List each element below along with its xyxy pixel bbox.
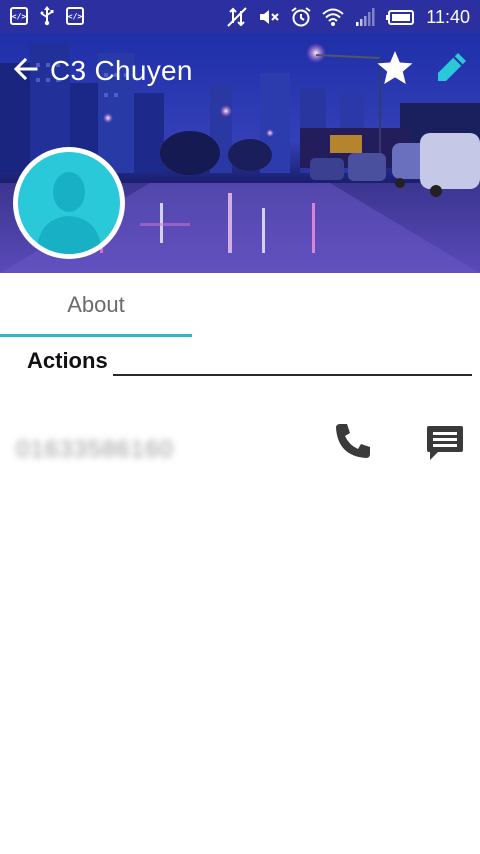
arrow-left-icon[interactable] (12, 55, 40, 83)
contact-header: C3 Chuyen (0, 33, 480, 273)
status-left-icons: </> </> (10, 6, 84, 26)
person-silhouette-icon (18, 152, 120, 254)
status-bar: </> </> 11:40 (0, 0, 480, 33)
contact-name: C3 Chuyen (50, 55, 193, 86)
code-icon: </> (10, 7, 28, 25)
pencil-icon[interactable] (434, 49, 470, 85)
message-icon[interactable] (424, 422, 466, 464)
code-icon: </> (66, 7, 84, 25)
battery-icon (386, 10, 415, 25)
tab-about-label: About (67, 292, 125, 317)
contact-detail-screen: </> </> 11:40 C3 Chuyen About Actions 01… (0, 0, 480, 854)
signal-icon (356, 8, 375, 26)
mute-icon (260, 10, 279, 24)
usb-icon (40, 6, 54, 26)
phone-action-row[interactable]: 01633586160 (0, 410, 480, 490)
wifi-icon (322, 8, 344, 26)
data-off-icon (227, 7, 247, 27)
status-right-icons: 11:40 (226, 4, 470, 30)
star-icon[interactable] (376, 49, 414, 87)
actions-section-title: Actions (27, 348, 108, 373)
avatar[interactable] (13, 147, 125, 259)
phone-number: 01633586160 (16, 436, 174, 463)
phone-icon[interactable] (332, 420, 374, 462)
tab-about[interactable]: About (0, 273, 192, 339)
tab-selected-indicator (0, 334, 192, 337)
alarm-icon (291, 7, 311, 27)
status-time: 11:40 (426, 6, 470, 27)
section-divider (113, 374, 472, 376)
